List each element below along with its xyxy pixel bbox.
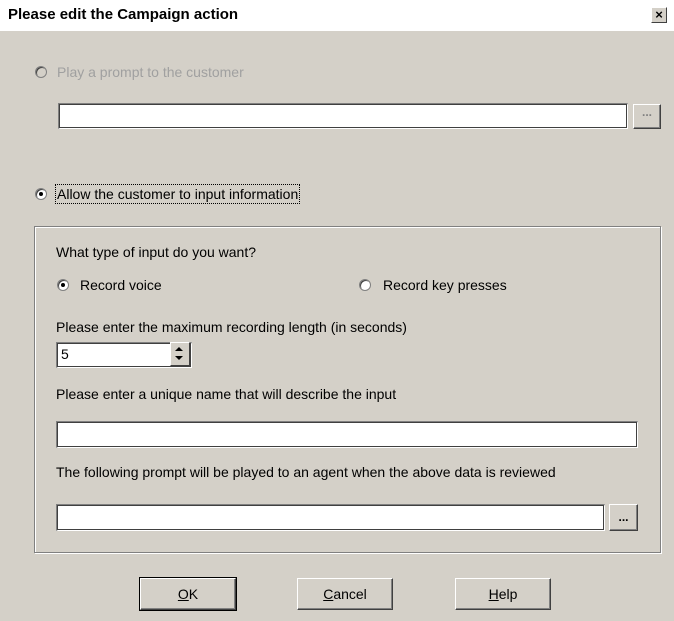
- cancel-label: ancel: [333, 586, 367, 602]
- close-icon: ×: [655, 7, 663, 22]
- ok-button[interactable]: OK: [139, 577, 237, 611]
- play-prompt-radio[interactable]: [35, 66, 47, 78]
- max-length-stepper[interactable]: [170, 342, 190, 366]
- window-title: Please edit the Campaign action: [8, 6, 239, 23]
- cancel-button[interactable]: Cancel: [297, 578, 393, 610]
- spin-down-icon[interactable]: [175, 356, 183, 360]
- play-prompt-input[interactable]: [58, 103, 628, 129]
- close-button[interactable]: ×: [651, 7, 667, 23]
- unique-name-label: Please enter a unique name that will des…: [56, 386, 397, 402]
- play-prompt-label: Play a prompt to the customer: [57, 64, 244, 80]
- agent-prompt-label: The following prompt will be played to a…: [56, 464, 556, 480]
- play-prompt-browse-button[interactable]: ...: [633, 104, 661, 129]
- record-keys-label: Record key presses: [383, 277, 507, 293]
- max-length-label: Please enter the maximum recording lengt…: [56, 319, 407, 335]
- ok-label: K: [188, 586, 199, 602]
- allow-input-label: Allow the customer to input information: [54, 184, 301, 204]
- help-button[interactable]: Help: [455, 578, 551, 610]
- allow-input-radio[interactable]: [35, 188, 47, 200]
- help-label: elp: [498, 586, 518, 602]
- title-bar: Please edit the Campaign action ×: [0, 0, 674, 31]
- record-voice-label: Record voice: [80, 277, 162, 293]
- agent-prompt-input[interactable]: [56, 504, 605, 531]
- help-accel: H: [488, 586, 499, 602]
- cancel-accel: C: [323, 586, 334, 602]
- unique-name-input[interactable]: [56, 421, 638, 448]
- spin-up-icon[interactable]: [175, 347, 183, 351]
- agent-prompt-browse-button[interactable]: ...: [609, 504, 638, 531]
- ok-accel: O: [177, 586, 189, 602]
- record-voice-radio[interactable]: [57, 279, 69, 291]
- record-keys-radio[interactable]: [359, 279, 371, 291]
- input-type-question: What type of input do you want?: [56, 244, 257, 260]
